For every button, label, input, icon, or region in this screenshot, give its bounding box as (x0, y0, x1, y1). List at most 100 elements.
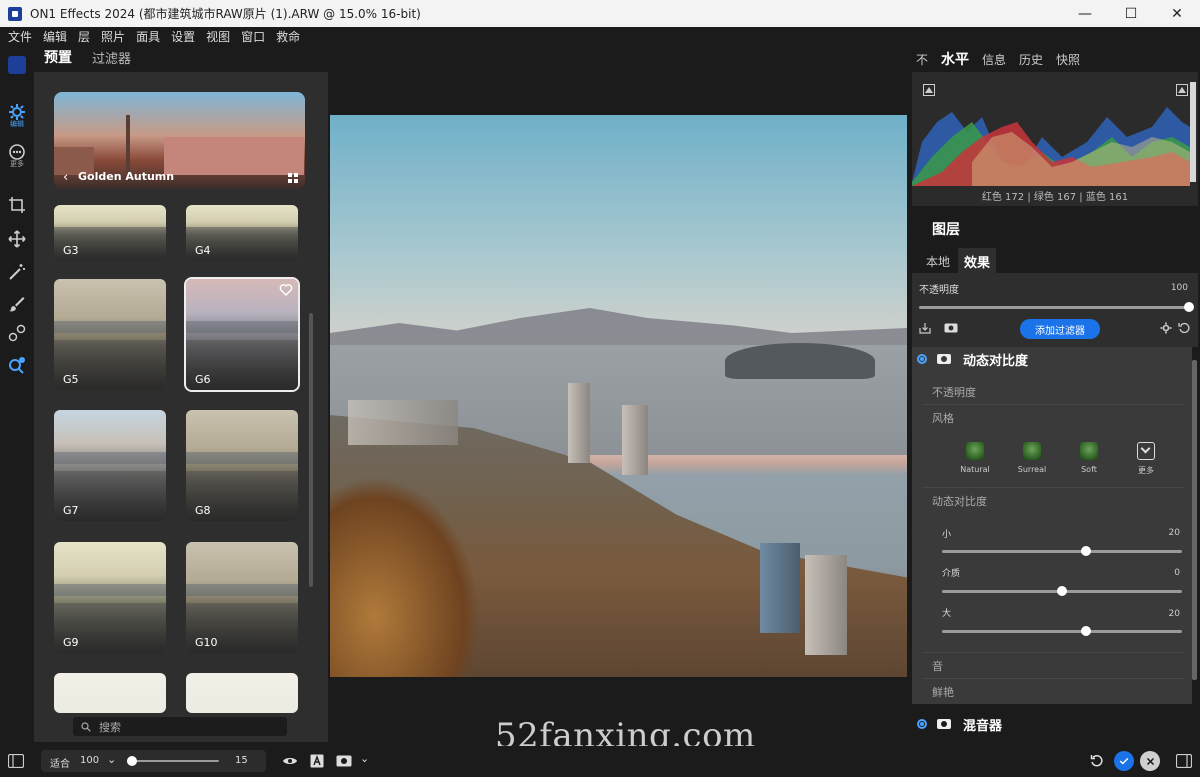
tab-effects[interactable]: 效果 (958, 247, 997, 275)
preset-thumbnail[interactable]: G3 (54, 205, 166, 261)
presets-scrollbar[interactable] (309, 313, 313, 587)
tab-local[interactable]: 本地 (920, 249, 956, 274)
slider-small-value: 20 (1168, 528, 1180, 538)
preset-thumbnail[interactable]: G10 (186, 542, 298, 653)
effect-header[interactable]: 动态对比度 (912, 347, 1192, 371)
layers-title[interactable]: 图层 (932, 219, 960, 239)
menu-window[interactable]: 窗口 (241, 28, 265, 45)
menu-help[interactable]: 救命 (276, 28, 300, 45)
add-filter-button[interactable]: 添加过滤器 (1020, 319, 1100, 339)
save-preset-icon[interactable] (919, 322, 931, 334)
back-chevron-icon[interactable]: ‹ (63, 170, 68, 185)
toggle-right-panel-icon[interactable] (1176, 754, 1192, 768)
dynamic-contrast-effect: 动态对比度 不透明度 风格 Natural Surreal Soft 更多 动态… (912, 347, 1192, 704)
zoom-tool[interactable] (6, 354, 28, 376)
brush-icon (9, 297, 25, 312)
effect-opacity-section[interactable]: 不透明度 (932, 384, 976, 400)
reset-icon[interactable] (1178, 322, 1190, 334)
chevron-down-icon (1137, 442, 1155, 460)
reset-all-icon[interactable] (1090, 754, 1104, 768)
zoom-dropdown-chevron-icon[interactable]: ⌄ (107, 753, 116, 766)
style-natural[interactable]: Natural (955, 442, 995, 474)
app-logo-icon[interactable] (6, 54, 28, 76)
tab-history[interactable]: 历史 (1019, 51, 1043, 68)
toggle-left-panel-icon[interactable] (8, 754, 24, 768)
tab-levels[interactable]: 水平 (941, 49, 969, 69)
slider-small-thumb[interactable] (1081, 546, 1091, 556)
tab-snapshots[interactable]: 快照 (1056, 51, 1080, 68)
menu-photo[interactable]: 照片 (101, 28, 125, 45)
menu-settings[interactable]: 设置 (171, 28, 195, 45)
zoom-value[interactable]: 100 (80, 755, 99, 766)
apply-button[interactable] (1114, 751, 1134, 771)
magic-wand-tool[interactable] (6, 261, 28, 283)
tab-filters[interactable]: 过滤器 (82, 48, 141, 72)
maximize-button[interactable]: ☐ (1108, 0, 1154, 27)
photo-towers-left (348, 400, 458, 445)
preset-label: G6 (195, 373, 211, 386)
style-surreal[interactable]: Surreal (1012, 442, 1052, 474)
menu-edit[interactable]: 编辑 (43, 28, 67, 45)
grid-view-icon[interactable] (288, 173, 299, 184)
preset-thumbnail[interactable]: G5 (54, 279, 166, 390)
tone-section[interactable]: 音 (932, 658, 943, 674)
image-canvas[interactable] (328, 46, 910, 746)
slider-small-track[interactable] (942, 550, 1182, 553)
effects-scrollbar[interactable] (1192, 360, 1197, 680)
zoom-slider[interactable] (129, 760, 219, 762)
preset-label: G9 (63, 636, 79, 649)
magic-wand-icon (9, 264, 25, 280)
tab-presets[interactable]: 预置 (34, 47, 82, 72)
edit-tool[interactable]: 编辑 (6, 100, 28, 130)
preset-thumbnail[interactable] (186, 673, 298, 713)
effect-enabled-toggle[interactable] (917, 354, 927, 364)
preset-thumbnail[interactable]: G7 (54, 410, 166, 521)
highlight-clipping-toggle[interactable] (1176, 84, 1188, 96)
settings-gear-icon[interactable] (1160, 322, 1172, 334)
preset-search-input[interactable]: 搜索 (73, 717, 287, 736)
preset-category-card[interactable]: ‹ Golden Autumn (54, 92, 305, 189)
slider-medium-thumb[interactable] (1057, 586, 1067, 596)
crop-tool[interactable] (6, 194, 28, 216)
mask-icon[interactable] (944, 322, 958, 334)
mixer-mask-icon[interactable] (937, 719, 951, 729)
more-tool[interactable]: 更多 (6, 140, 28, 170)
brush-tool[interactable] (6, 293, 28, 315)
close-button[interactable]: ✕ (1154, 0, 1200, 27)
preset-thumbnail[interactable] (54, 673, 166, 713)
photo-preview[interactable] (330, 115, 907, 677)
opacity-slider-thumb[interactable] (1184, 302, 1194, 312)
fit-button[interactable]: 适合 (50, 755, 70, 770)
menu-view[interactable]: 视图 (206, 28, 230, 45)
shadow-clipping-toggle[interactable] (923, 84, 935, 96)
vibrance-section[interactable]: 鲜艳 (932, 684, 954, 700)
preset-thumbnail[interactable]: G4 (186, 205, 298, 261)
mask-view-chevron-icon[interactable]: ⌄ (360, 752, 369, 765)
effect-mask-icon[interactable] (937, 354, 951, 364)
compare-icon[interactable] (310, 754, 324, 768)
mask-view-icon[interactable] (336, 754, 352, 768)
menu-layer[interactable]: 层 (78, 28, 90, 45)
histogram-scrollbar[interactable] (1190, 82, 1196, 182)
slider-large-thumb[interactable] (1081, 626, 1091, 636)
tab-info[interactable]: 信息 (982, 51, 1006, 68)
menu-mask[interactable]: 面具 (136, 28, 160, 45)
preset-thumbnail[interactable]: G8 (186, 410, 298, 521)
favorite-heart-icon[interactable] (279, 283, 293, 297)
preset-thumbnail-selected[interactable]: G6 (184, 277, 300, 392)
move-tool[interactable] (6, 228, 28, 250)
tab-nav[interactable]: 不 (916, 51, 928, 68)
cancel-button[interactable] (1140, 751, 1160, 771)
mixer-effect-header[interactable]: 混音器 (912, 712, 1192, 736)
style-soft[interactable]: Soft (1069, 442, 1109, 474)
slider-large-track[interactable] (942, 630, 1182, 633)
retouch-tool[interactable] (6, 322, 28, 344)
style-more[interactable]: 更多 (1126, 442, 1166, 476)
menu-file[interactable]: 文件 (8, 28, 32, 45)
opacity-slider[interactable] (919, 306, 1189, 309)
preview-eye-icon[interactable] (282, 754, 298, 768)
minimize-button[interactable]: — (1062, 0, 1108, 27)
preset-thumbnail[interactable]: G9 (54, 542, 166, 653)
mixer-enabled-toggle[interactable] (917, 719, 927, 729)
zoom-slider-thumb[interactable] (126, 756, 137, 766)
